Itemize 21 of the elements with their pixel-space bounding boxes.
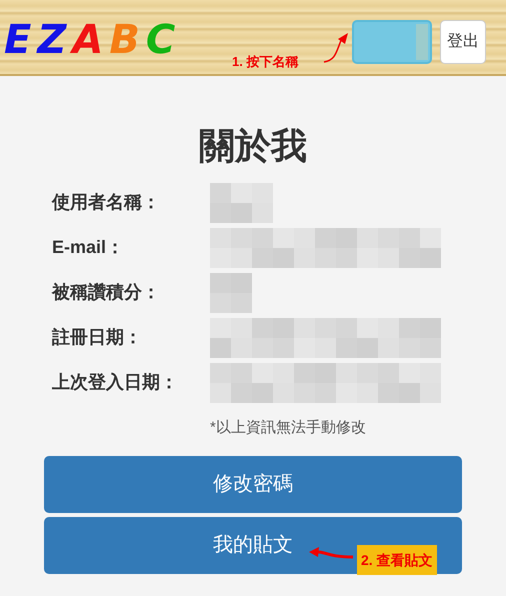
field-label: 被稱讚積分：	[52, 281, 161, 304]
logo-letter: E	[4, 20, 32, 60]
action-button[interactable]: 修改密碼	[44, 456, 462, 512]
username-button[interactable]	[352, 20, 432, 64]
info-note: *以上資訊無法手動修改	[210, 418, 367, 438]
page-title: 關於我	[198, 126, 308, 166]
annotation-label: 1. 按下名稱	[232, 53, 298, 71]
logo-letter: B	[109, 20, 140, 60]
field-label: 使用者名稱：	[52, 191, 161, 214]
logo-letter: A	[72, 20, 104, 60]
arrow-icon	[322, 30, 350, 64]
logout-button[interactable]: 登出	[440, 20, 486, 64]
logo-letter: Z	[37, 20, 66, 60]
field-label: 上次登入日期：	[52, 371, 179, 394]
redacted-value	[210, 272, 252, 312]
logo-letter: C	[146, 20, 176, 60]
field-label: E-mail：	[52, 236, 126, 259]
annotation-label: 2. 查看貼文	[357, 545, 437, 575]
field-label: 註冊日期：	[52, 326, 143, 349]
redacted-value	[210, 182, 273, 222]
arrow-icon	[309, 547, 353, 561]
